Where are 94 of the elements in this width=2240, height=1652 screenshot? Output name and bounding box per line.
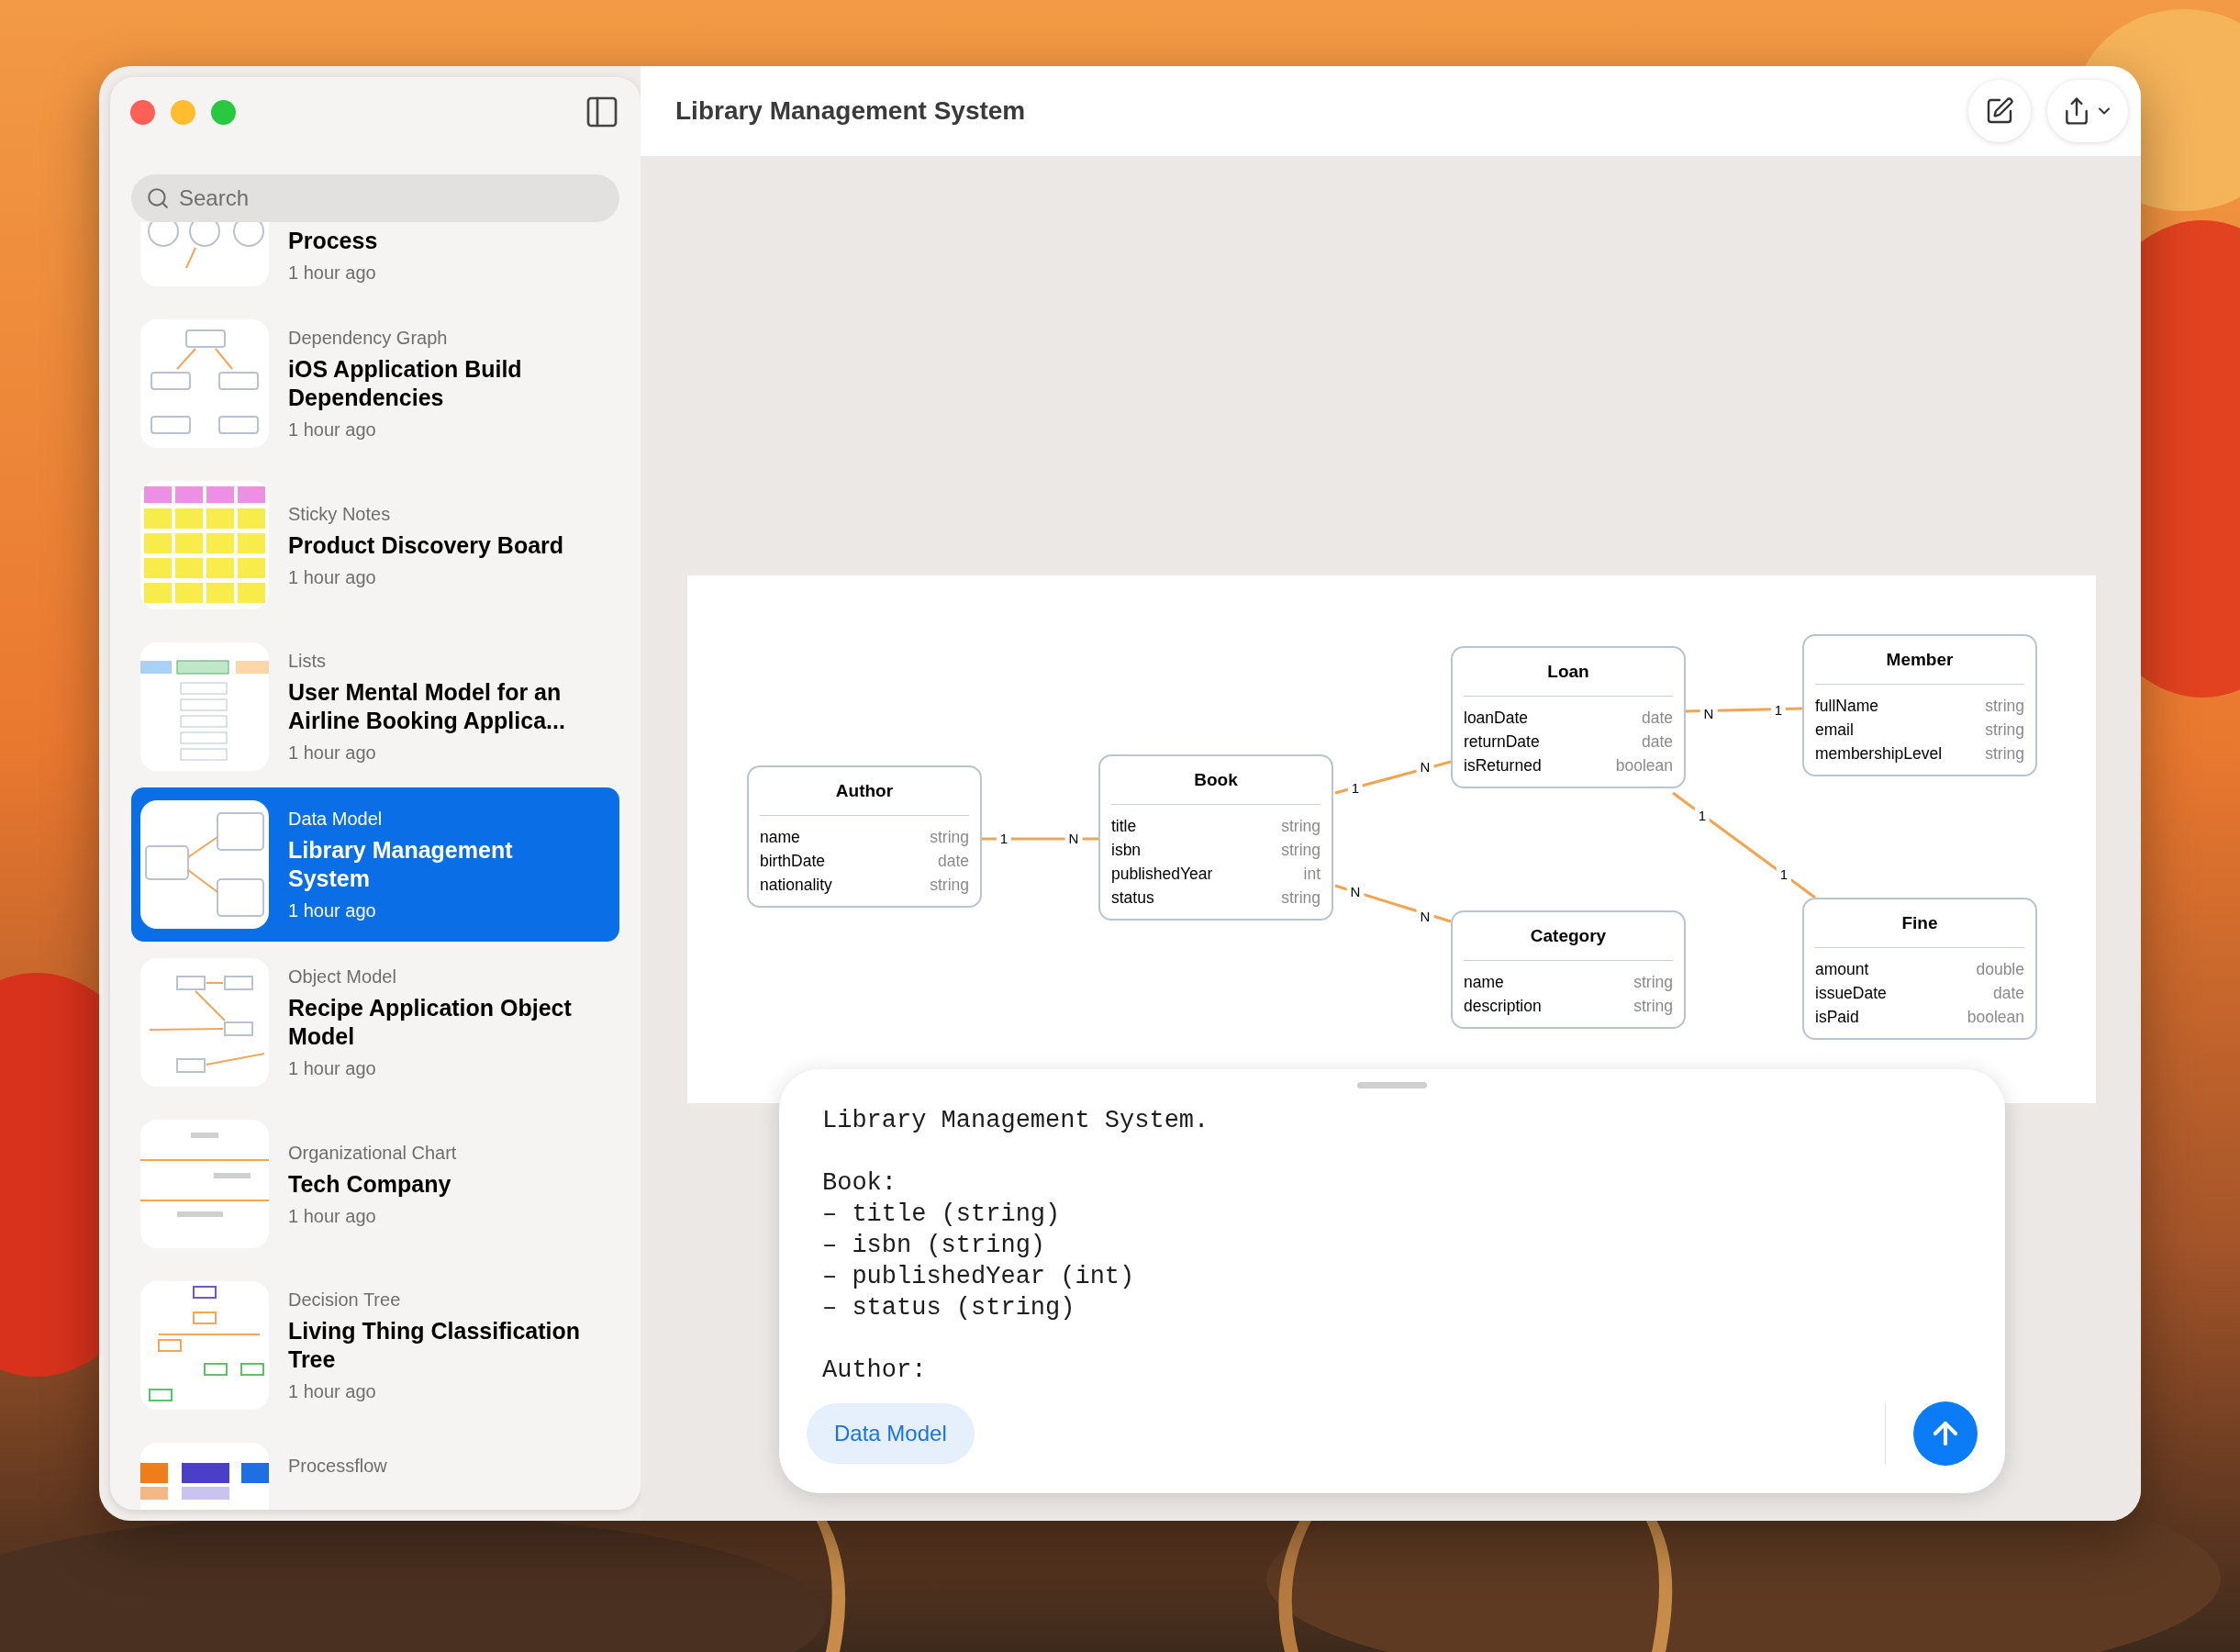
entity-card[interactable]: Loan loanDate date returnDate date isReturned boolean — [1451, 646, 1686, 788]
field-type: date — [1641, 731, 1673, 753]
document-list-item[interactable]: Decision Tree Living Thing Classification Tree 1 hour ago — [131, 1265, 619, 1426]
field-name: title — [1111, 816, 1137, 837]
search-field[interactable]: Search — [131, 174, 619, 222]
cardinality-label: 1 — [1776, 866, 1792, 883]
share-button[interactable] — [2047, 80, 2128, 142]
field-type: date — [1992, 983, 2024, 1004]
field-type: string — [1985, 720, 2024, 741]
document-time: 1 hour ago — [288, 742, 377, 765]
entity-card[interactable]: Fine amount double issueDate date isPaid boolean — [1802, 898, 2037, 1040]
data-model-chip[interactable]: Data Model — [807, 1403, 975, 1464]
document-title: Process — [288, 227, 379, 255]
document-type: Decision Tree — [288, 1289, 402, 1312]
document-time: 1 hour ago — [288, 419, 377, 441]
document-type: Sticky Notes — [288, 502, 392, 526]
document-list-item[interactable]: Lists User Mental Model for an Airline Booking Applica... 1 hour ago — [131, 626, 619, 787]
field-name: amount — [1815, 959, 1869, 980]
document-list-item[interactable]: Organizational Chart Tech Company 1 hour ago — [131, 1103, 619, 1265]
entity-title: Category — [1530, 925, 1607, 947]
field-type: boolean — [1615, 755, 1673, 776]
document-title: Tech Company — [288, 1169, 452, 1199]
field-name: name — [1464, 972, 1504, 993]
document-title: Recipe Application Object Model — [288, 994, 573, 1051]
drag-handle[interactable] — [1357, 1082, 1427, 1088]
document-title: iOS Application Build Dependencies — [288, 355, 523, 412]
field-type: string — [1633, 996, 1673, 1017]
entity-card[interactable]: Author name string birthDate date nationality string — [747, 765, 982, 908]
field-name: birthDate — [760, 851, 825, 872]
field-type: string — [1281, 840, 1321, 861]
document-list-item[interactable]: Object Model Recipe Application Object Model 1 hour ago — [131, 942, 619, 1103]
entity-title: Loan — [1547, 661, 1589, 683]
field-type: string — [1281, 816, 1321, 837]
field-name: email — [1815, 720, 1854, 741]
field-name: isReturned — [1464, 755, 1542, 776]
document-time: 1 hour ago — [288, 1057, 377, 1080]
entity-card[interactable]: Category name string description string — [1451, 910, 1686, 1029]
field-name: nationality — [760, 875, 832, 896]
field-type: string — [1985, 696, 2024, 717]
field-name: isbn — [1111, 840, 1142, 861]
field-name: description — [1464, 996, 1542, 1017]
field-name: membershipLevel — [1815, 743, 1943, 765]
document-list-item[interactable]: Sticky Notes Product Discovery Board 1 hour ago — [131, 464, 619, 626]
field-name: name — [760, 827, 800, 848]
field-name: status — [1111, 887, 1154, 909]
field-type: string — [930, 875, 969, 896]
close-button[interactable] — [130, 99, 155, 125]
document-title: Product Discovery Board — [288, 530, 565, 560]
document-title: Library Management System — [288, 836, 514, 893]
entity-title: Member — [1886, 649, 1954, 671]
document-type: Processflow — [288, 1455, 388, 1478]
document-time: 1 hour ago — [288, 262, 377, 285]
prompt-field[interactable]: Library Management System. Book: – title (string) – isbn (string) – publishedYear (int) – status (string) Author: — [822, 1105, 1962, 1401]
field-type: date — [1641, 708, 1673, 729]
field-type: double — [1976, 959, 2024, 980]
field-name: returnDate — [1464, 731, 1540, 753]
entity-card[interactable]: Book title string isbn string publishedYear int status string — [1098, 754, 1333, 921]
field-type: string — [1633, 972, 1673, 993]
document-time: 1 hour ago — [288, 565, 377, 589]
field-type: string — [1281, 887, 1321, 909]
search-icon — [146, 186, 170, 210]
zoom-button[interactable] — [211, 99, 236, 125]
entity-title: Author — [835, 780, 894, 802]
document-type: Object Model — [288, 966, 397, 988]
document-time: 1 hour ago — [288, 1380, 377, 1403]
field-type: date — [937, 851, 969, 872]
document-time: 1 hour ago — [288, 1204, 377, 1228]
document-time: 1 hour ago — [288, 899, 377, 922]
field-type: string — [1985, 743, 2024, 765]
window-title: Library Management System — [675, 95, 1026, 127]
entity-title: Fine — [1901, 912, 1938, 934]
field-name: loanDate — [1464, 708, 1529, 729]
document-list-item[interactable]: Processflow — [131, 1426, 619, 1510]
field-name: isPaid — [1815, 1007, 1859, 1028]
document-list-item[interactable]: Dependency Graph iOS Application Build Dependencies 1 hour ago — [131, 303, 619, 464]
entity-card[interactable]: Member fullName string email string membershipLevel string — [1802, 634, 2037, 776]
document-title: User Mental Model for an Airline Booking Applica... — [288, 678, 566, 735]
field-type: boolean — [1967, 1007, 2024, 1028]
document-list-item[interactable]: Process 1 hour ago — [131, 222, 619, 303]
cardinality-label: 1 — [1694, 808, 1711, 824]
document-title: Living Thing Classification Tree — [288, 1317, 582, 1374]
compose-button[interactable] — [1968, 80, 2031, 142]
document-type: Organizational Chart — [288, 1141, 458, 1165]
entity-title: Book — [1194, 769, 1238, 791]
field-type: string — [930, 827, 969, 848]
field-name: issueDate — [1815, 983, 1887, 1004]
field-type: int — [1303, 864, 1321, 885]
field-name: fullName — [1815, 696, 1879, 717]
document-type: Lists — [288, 650, 328, 673]
compose-icon — [1985, 96, 2014, 126]
document-type: Dependency Graph — [288, 327, 449, 350]
document-list-item[interactable]: Data Model Library Management System 1 hour ago — [131, 787, 619, 942]
field-name: publishedYear — [1111, 864, 1213, 885]
document-type: Data Model — [288, 808, 384, 831]
